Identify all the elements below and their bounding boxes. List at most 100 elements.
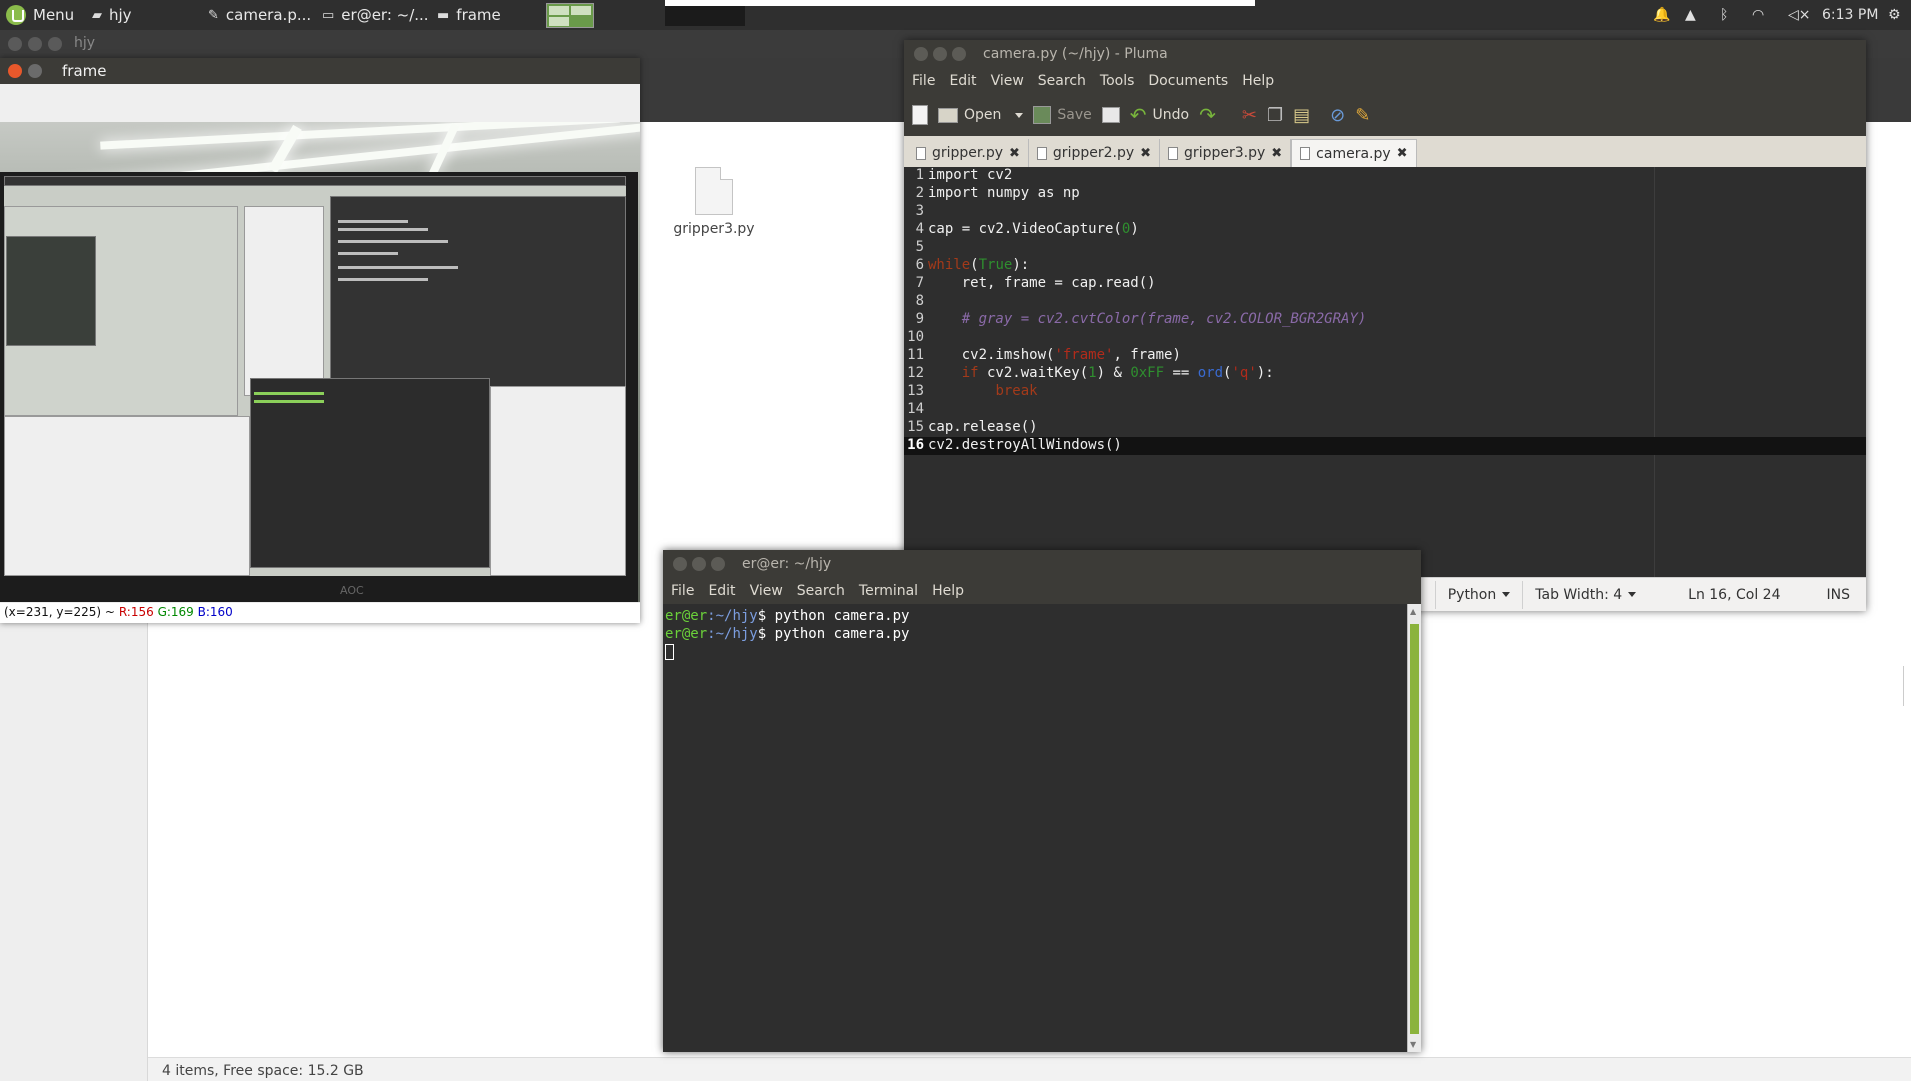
update-manager-icon[interactable]: ▲ <box>1685 0 1696 30</box>
mint-logo-icon <box>6 5 26 25</box>
minimize-button[interactable] <box>28 64 42 78</box>
menu-help[interactable]: Help <box>1242 73 1274 89</box>
redo-button[interactable]: ↷ <box>1199 100 1216 130</box>
menu-edit[interactable]: Edit <box>708 583 735 599</box>
print-button[interactable] <box>1101 100 1120 130</box>
clock[interactable]: 6:13 PM <box>1822 0 1878 30</box>
code-line: 8 <box>915 293 924 309</box>
frame-window: frame AOC (x=231, y=225) ~ R:156 G:169 B… <box>0 58 640 623</box>
file-manager-status: 4 items, Free space: 15.2 GB <box>148 1057 1911 1081</box>
replace-button[interactable]: ✎ <box>1355 100 1370 130</box>
volume-muted-icon[interactable]: ◁× <box>1788 0 1811 30</box>
save-button[interactable]: Save <box>1033 100 1092 130</box>
print-icon <box>1101 107 1120 123</box>
monitor-logo: AOC <box>340 584 364 597</box>
code-line: 14 <box>907 401 924 417</box>
maximize-button[interactable] <box>711 556 725 571</box>
close-button[interactable] <box>8 37 22 51</box>
shutdown-icon[interactable]: ⚙ <box>1888 0 1901 30</box>
terminal-line <box>665 644 1405 662</box>
workspace-switcher[interactable] <box>546 3 594 28</box>
new-button[interactable] <box>912 100 928 130</box>
menu-search[interactable]: Search <box>1038 73 1086 89</box>
menu-terminal[interactable]: Terminal <box>859 583 918 599</box>
notifications-icon[interactable]: 🔔 <box>1653 0 1670 30</box>
menu-search[interactable]: Search <box>797 583 845 599</box>
undo-icon: ↶ <box>1129 103 1147 127</box>
close-icon[interactable]: ✖ <box>1271 146 1282 161</box>
file-label: gripper3.py <box>673 221 755 237</box>
frame-statusbar: (x=231, y=225) ~ R:156 G:169 B:160 <box>0 603 640 623</box>
task-hjy[interactable]: ▰ hjy <box>92 0 132 30</box>
scroll-down-icon[interactable]: ▼ <box>1410 1040 1416 1049</box>
camera-image[interactable]: AOC <box>0 122 640 602</box>
menu-view[interactable]: View <box>750 583 783 599</box>
code-line: 6 while(True): <box>915 257 1030 273</box>
code-line: 5 <box>915 239 924 255</box>
panel-applet-area <box>665 0 1255 6</box>
maximize-button[interactable] <box>48 37 62 51</box>
search-icon: ⊘ <box>1330 104 1346 126</box>
task-frame[interactable]: ▬ frame <box>437 0 501 30</box>
menu-tools[interactable]: Tools <box>1100 73 1135 89</box>
maximize-button[interactable] <box>952 46 966 61</box>
top-panel: Menu ▰ hjy ✎ camera.p... ▭ er@er: ~/... … <box>0 0 1911 30</box>
code-line: 1 import cv2 <box>915 167 1013 183</box>
close-button[interactable] <box>8 64 22 78</box>
pluma-tabs: gripper.py ✖ gripper2.py ✖ gripper3.py ✖ ca… <box>904 136 1866 168</box>
terminal-scrollbar[interactable]: ▲ ▼ <box>1407 604 1421 1052</box>
menu-button[interactable]: Menu <box>6 0 74 30</box>
open-button[interactable]: Open <box>938 100 1024 130</box>
code-line: 9 # gray = cv2.cvtColor(frame, cv2.COLOR… <box>915 311 1367 327</box>
code-line-current: 16 cv2.destroyAllWindows() <box>904 437 1866 455</box>
close-icon[interactable]: ✖ <box>1009 146 1020 161</box>
pluma-window: camera.py (~/hjy) - Pluma File Edit View… <box>904 40 1866 611</box>
pluma-menubar: File Edit View Search Tools Documents He… <box>904 67 1866 94</box>
cut-icon: ✂ <box>1241 104 1257 126</box>
file-item[interactable]: gripper3.py <box>664 167 764 237</box>
task-camera[interactable]: ✎ camera.p... <box>208 0 311 30</box>
close-icon[interactable]: ✖ <box>1140 146 1151 161</box>
language-selector[interactable]: Python <box>1434 580 1523 609</box>
menu-file[interactable]: File <box>912 73 935 89</box>
task-terminal[interactable]: ▭ er@er: ~/... <box>322 0 429 30</box>
undo-button[interactable]: ↶ Undo <box>1130 100 1189 130</box>
scrollbar-thumb[interactable] <box>1410 624 1419 1034</box>
terminal-title: er@er: ~/hjy <box>742 555 832 572</box>
text-editor-icon: ✎ <box>208 7 219 23</box>
pluma-title: camera.py (~/hjy) - Pluma <box>983 45 1168 62</box>
tab-gripper2[interactable]: gripper2.py ✖ <box>1029 139 1161 167</box>
redo-icon: ↷ <box>1199 103 1216 127</box>
cursor-position: Ln 16, Col 24 <box>1688 586 1781 603</box>
code-line: 13 break <box>907 383 1038 399</box>
terminal-output[interactable]: er@er:~/hjy$ python camera.py er@er:~/hj… <box>663 604 1407 1052</box>
menu-edit[interactable]: Edit <box>949 73 976 89</box>
menu-help[interactable]: Help <box>932 583 964 599</box>
minimize-button[interactable] <box>692 556 706 571</box>
bluetooth-icon[interactable]: ᛒ <box>1720 0 1728 30</box>
frame-titlebar: frame <box>0 58 640 84</box>
close-icon[interactable]: ✖ <box>1397 146 1408 161</box>
code-line: 12 if cv2.waitKey(1) & 0xFF == ord('q'): <box>907 365 1274 381</box>
minimize-button[interactable] <box>28 37 42 51</box>
cut-button[interactable]: ✂ <box>1242 100 1257 130</box>
close-button[interactable] <box>673 556 687 571</box>
minimize-button[interactable] <box>933 46 947 61</box>
copy-button[interactable]: ❐ <box>1267 100 1283 130</box>
close-button[interactable] <box>914 46 928 61</box>
code-editor[interactable]: 1 import cv2 2 import numpy as np 3 4 cap =… <box>904 167 1866 577</box>
menu-view[interactable]: View <box>991 73 1024 89</box>
tab-gripper3[interactable]: gripper3.py ✖ <box>1160 139 1292 167</box>
scroll-up-icon[interactable]: ▲ <box>1410 607 1416 616</box>
wifi-icon[interactable]: ◠ <box>1752 0 1764 30</box>
tab-camera[interactable]: camera.py ✖ <box>1291 139 1417 167</box>
paste-button[interactable]: ▤ <box>1293 100 1310 130</box>
menu-file[interactable]: File <box>671 583 694 599</box>
chevron-down-icon[interactable] <box>1015 112 1024 118</box>
tab-gripper[interactable]: gripper.py ✖ <box>908 139 1029 167</box>
menu-documents[interactable]: Documents <box>1148 73 1228 89</box>
find-button[interactable]: ⊘ <box>1330 100 1345 130</box>
code-line: 15 cap.release() <box>907 419 1038 435</box>
terminal-menubar: File Edit View Search Terminal Help <box>663 577 1421 604</box>
tab-width-selector[interactable]: Tab Width: 4 <box>1522 580 1648 609</box>
